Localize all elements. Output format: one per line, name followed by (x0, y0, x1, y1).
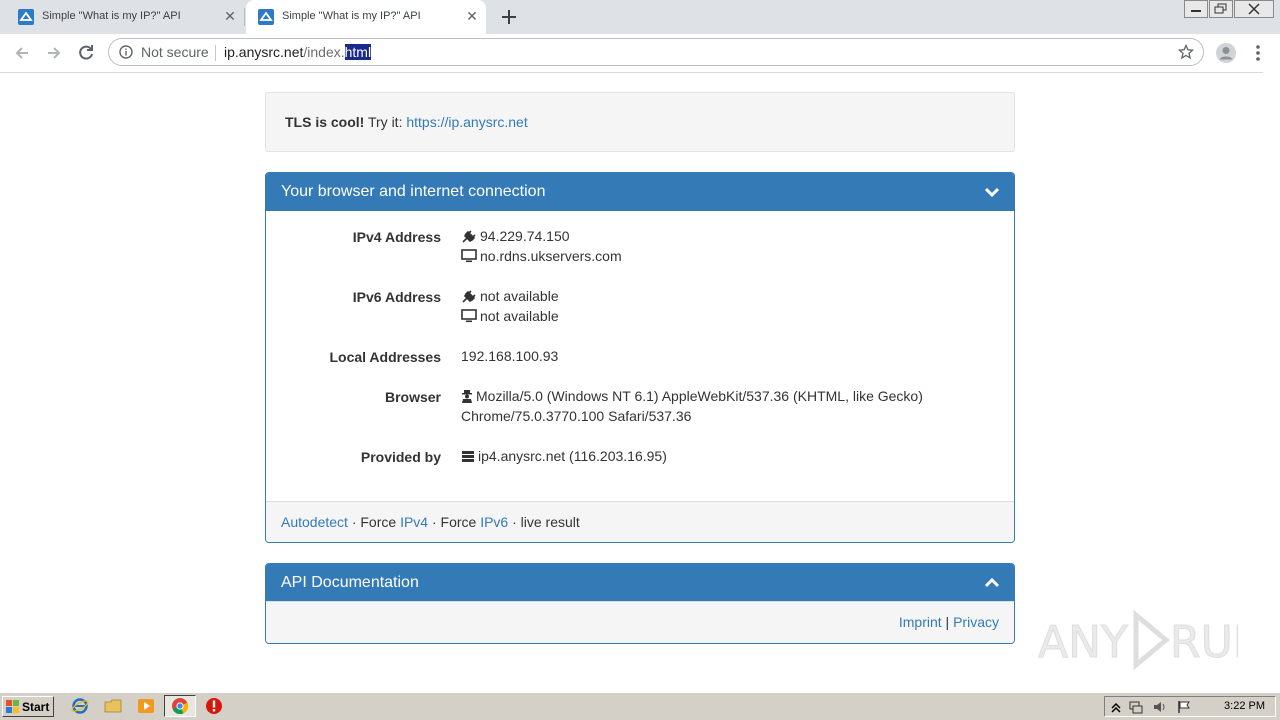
browser-tab-active[interactable]: Simple "What is my IP?" API ✕ (246, 0, 486, 34)
api-panel-title: API Documentation (281, 574, 419, 591)
restore-window-icon[interactable] (1209, 0, 1233, 18)
start-label: Start (22, 700, 50, 714)
ipv4-label: IPv4 Address (352, 229, 441, 245)
monitor-icon (461, 249, 477, 263)
local-addresses-label: Local Addresses (329, 349, 441, 365)
media-player-icon[interactable] (137, 697, 155, 715)
chrome-icon (172, 698, 189, 715)
page-scrollbar[interactable] (1263, 72, 1280, 692)
legal-links: Imprint | Privacy (899, 614, 999, 630)
svg-text:ANY: ANY (1038, 617, 1128, 668)
tls-notice-body: Try it: (364, 114, 407, 130)
volume-icon[interactable] (1153, 700, 1167, 714)
site-favicon-icon (258, 9, 274, 25)
privacy-link[interactable]: Privacy (953, 614, 999, 630)
api-documentation-panel: API Documentation Imprint | Privacy (265, 563, 1015, 644)
address-bar[interactable]: Not secure ip.anysrc.net/index.html (108, 38, 1204, 66)
local-addresses-value: 192.168.100.93 (461, 346, 558, 366)
tab-divider (244, 8, 245, 26)
provider: ip4.anysrc.net (116.203.16.95) (478, 448, 667, 464)
ipv6-hostname: not available (480, 308, 559, 324)
taskbar-clock[interactable]: 3:22 PM (1224, 700, 1265, 712)
close-tab-icon[interactable]: ✕ (464, 8, 480, 24)
tls-notice-text: TLS is cool! Try it: https://ip.anysrc.n… (285, 114, 528, 130)
connection-panel-footer: Autodetect · Force IPv4 · Force IPv6 · l… (266, 501, 1014, 542)
user-secret-icon (462, 390, 472, 403)
browser-label: Browser (384, 389, 441, 405)
site-favicon-icon (18, 9, 34, 25)
chevron-down-icon[interactable] (984, 184, 1000, 200)
ipv4-hostname: no.rdns.ukservers.com (480, 248, 622, 264)
chrome-taskbar-button[interactable] (164, 695, 196, 717)
omnibox-divider (215, 45, 216, 61)
api-panel-heading[interactable]: API Documentation (266, 564, 1014, 602)
bookmark-star-icon[interactable] (1178, 44, 1194, 60)
footer-separator: · Force (428, 514, 481, 530)
system-tray: 3:22 PM (1104, 696, 1276, 717)
tab-title: Simple "What is my IP?" API (282, 10, 421, 22)
mode-switcher: Autodetect · Force IPv4 · Force IPv6 · l… (281, 514, 580, 530)
internet-explorer-icon[interactable] (71, 697, 89, 715)
user-agent-line-2: Chrome/75.0.3770.100 Safari/537.36 (461, 408, 692, 424)
svg-text:RUN: RUN (1170, 617, 1238, 668)
file-explorer-icon[interactable] (104, 697, 122, 715)
ipv6-value: not available not available (461, 286, 559, 326)
connection-panel-heading[interactable]: Your browser and internet connection (266, 173, 1014, 211)
close-tab-icon[interactable]: ✕ (222, 8, 238, 24)
url-selection: html (344, 44, 372, 60)
windows-taskbar: Start 3:22 PM (0, 692, 1280, 720)
provided-by-value: ip4.anysrc.net (116.203.16.95) (461, 446, 667, 466)
user-agent-line-1: Mozilla/5.0 (Windows NT 6.1) AppleWebKit… (476, 388, 923, 404)
forward-icon[interactable] (44, 43, 64, 63)
url-path: /index. (303, 44, 345, 60)
force-ipv6-link[interactable]: IPv6 (480, 514, 508, 530)
live-result-text: · live result (508, 514, 580, 530)
anyrun-watermark-logo: ANY RUN (1038, 609, 1238, 671)
tls-notice-bold: TLS is cool! (285, 114, 365, 130)
plug-icon (462, 230, 476, 243)
reload-icon[interactable] (76, 43, 96, 63)
url-text[interactable]: ip.anysrc.net/index.html (224, 44, 372, 60)
tab-strip: Simple "What is my IP?" API ✕ Simple "Wh… (0, 0, 1280, 34)
connection-panel: Your browser and internet connection IPv… (265, 172, 1015, 543)
info-icon[interactable] (119, 45, 133, 59)
minimize-window-icon[interactable] (1184, 0, 1208, 18)
network-icon[interactable] (1129, 700, 1143, 714)
action-center-flag-icon[interactable] (1177, 700, 1191, 714)
browser-value: Mozilla/5.0 (Windows NT 6.1) AppleWebKit… (461, 386, 923, 426)
browser-menu-icon[interactable] (1250, 43, 1266, 63)
security-status[interactable]: Not secure (141, 44, 209, 60)
force-ipv4-link[interactable]: IPv4 (400, 514, 428, 530)
new-tab-icon[interactable] (498, 6, 520, 28)
ipv4-value: 94.229.74.150 no.rdns.ukservers.com (461, 226, 622, 266)
ipv6-label: IPv6 Address (352, 289, 441, 305)
server-icon (462, 451, 474, 462)
autodetect-link[interactable]: Autodetect (281, 514, 348, 530)
tab-title: Simple "What is my IP?" API (42, 10, 181, 22)
ipv6-address: not available (480, 288, 559, 304)
tls-notice: TLS is cool! Try it: https://ip.anysrc.n… (265, 92, 1015, 152)
close-window-icon[interactable] (1234, 0, 1274, 18)
provided-by-label: Provided by (360, 449, 441, 465)
imprint-link[interactable]: Imprint (899, 614, 942, 630)
local-address: 192.168.100.93 (461, 348, 559, 364)
profile-avatar-icon[interactable] (1215, 42, 1237, 64)
plug-icon (462, 290, 476, 303)
tls-link[interactable]: https://ip.anysrc.net (406, 114, 527, 130)
connection-panel-title: Your browser and internet connection (281, 183, 546, 200)
stop-shield-icon[interactable] (205, 697, 223, 715)
start-button[interactable]: Start (2, 696, 54, 717)
back-icon[interactable] (12, 43, 32, 63)
legal-separator: | (941, 614, 954, 630)
windows-logo-icon (6, 700, 19, 713)
url-host: ip.anysrc.net (224, 44, 304, 60)
browser-toolbar: Not secure ip.anysrc.net/index.html (0, 34, 1280, 73)
browser-tab[interactable]: Simple "What is my IP?" API ✕ (0, 0, 244, 34)
chevron-up-icon[interactable] (984, 575, 1000, 591)
api-panel-footer: Imprint | Privacy (266, 601, 1014, 643)
ipv4-address: 94.229.74.150 (480, 228, 570, 244)
monitor-icon (461, 309, 477, 323)
footer-separator: · Force (347, 514, 401, 530)
show-hidden-icons-icon[interactable] (1109, 700, 1123, 714)
